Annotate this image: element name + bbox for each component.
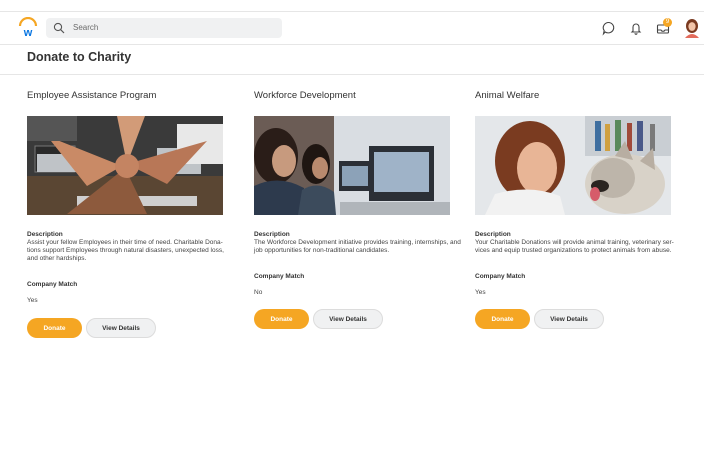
company-match-value: Yes (475, 289, 486, 296)
charity-image-people-at-computers (254, 116, 450, 215)
svg-text:w: w (23, 27, 33, 39)
search-input[interactable]: Search (46, 18, 282, 38)
description-label: Description (27, 231, 63, 238)
inbox-badge: 9 (663, 18, 672, 27)
card-title: Animal Welfare (475, 90, 540, 101)
avatar[interactable] (683, 18, 701, 38)
donate-button[interactable]: Donate (475, 309, 530, 329)
company-match-value: Yes (27, 297, 38, 304)
description-text: Your Charitable Donations will provide a… (475, 239, 674, 255)
bell-icon[interactable] (628, 20, 644, 36)
search-icon (53, 22, 65, 34)
description-label: Description (254, 231, 290, 238)
donate-button[interactable]: Donate (27, 318, 82, 338)
company-match-value: No (254, 289, 263, 296)
view-details-button[interactable]: View Details (534, 309, 604, 329)
chat-icon[interactable] (601, 20, 617, 36)
company-match-label: Company Match (254, 273, 305, 280)
company-match-label: Company Match (475, 273, 526, 280)
charity-image-hands-together (27, 116, 223, 215)
description-text: Assist your fellow Employees in their ti… (27, 239, 224, 263)
card-title: Workforce Development (254, 90, 356, 101)
card-title: Employee Assistance Program (27, 90, 157, 101)
charity-image-woman-with-dog (475, 116, 671, 215)
top-bar: w Search 9 (0, 11, 704, 45)
title-divider (0, 74, 704, 75)
page-title: Donate to Charity (27, 50, 132, 64)
description-label: Description (475, 231, 511, 238)
company-match-label: Company Match (27, 281, 78, 288)
view-details-button[interactable]: View Details (86, 318, 156, 338)
view-details-button[interactable]: View Details (313, 309, 383, 329)
donate-button[interactable]: Donate (254, 309, 309, 329)
workday-logo-icon[interactable]: w (17, 17, 39, 39)
search-placeholder: Search (73, 23, 99, 32)
description-text: The Workforce Development initiative pro… (254, 239, 461, 255)
